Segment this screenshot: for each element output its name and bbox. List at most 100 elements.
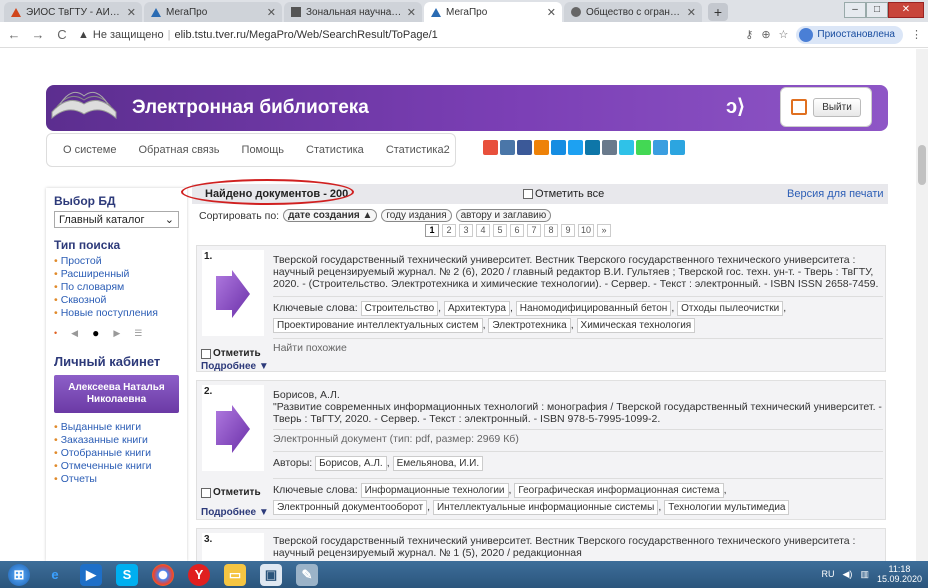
close-tab-icon[interactable]: ✕ xyxy=(547,6,556,19)
mark-all[interactable]: Отметить все xyxy=(523,188,604,200)
keyword-tag[interactable]: Электротехника xyxy=(488,318,571,333)
yandex-icon[interactable]: Y xyxy=(188,563,210,586)
scrollbar[interactable] xyxy=(916,49,928,561)
print-version-link[interactable]: Версия для печати xyxy=(787,188,884,200)
folder-icon[interactable]: ▭ xyxy=(224,563,246,586)
logout-button[interactable]: Выйти xyxy=(813,97,861,117)
url-text[interactable]: elib.tstu.tver.ru/MegaPro/Web/SearchResu… xyxy=(174,29,437,41)
social-share-icon[interactable] xyxy=(483,140,498,155)
search-type-new[interactable]: Новые поступления xyxy=(54,307,179,320)
language-indicator[interactable]: RU xyxy=(822,569,835,579)
close-tab-icon[interactable]: ✕ xyxy=(407,6,416,19)
reload-icon[interactable]: C xyxy=(54,27,70,42)
keyword-tag[interactable]: Электронный документооборот xyxy=(273,500,428,515)
browser-tab-active[interactable]: МегаПро ✕ xyxy=(424,2,562,22)
minimize-icon[interactable]: – xyxy=(844,2,866,18)
sort-by-author[interactable]: автору и заглавию xyxy=(455,209,552,222)
profile-button[interactable]: Приостановлена xyxy=(796,25,903,44)
nav-feedback[interactable]: Обратная связь xyxy=(138,144,219,156)
page-link[interactable]: 5 xyxy=(493,224,507,237)
close-window-icon[interactable]: ✕ xyxy=(888,2,924,18)
social-share-icon[interactable] xyxy=(568,140,583,155)
cabinet-ordered[interactable]: Заказанные книги xyxy=(54,434,179,447)
start-icon[interactable]: ⊞ xyxy=(8,563,30,586)
list-icon[interactable]: ☰ xyxy=(134,328,142,339)
more-link[interactable]: Подробнее ▼ xyxy=(201,507,269,518)
sort-by-date[interactable]: дате создания ▲ xyxy=(283,209,378,222)
search-type-cross[interactable]: Сквозной xyxy=(54,294,179,307)
prev-icon[interactable]: ◀ xyxy=(71,328,78,339)
search-type-advanced[interactable]: Расширенный xyxy=(54,268,179,281)
page-link[interactable]: 6 xyxy=(510,224,524,237)
keyword-tag[interactable]: Проектирование интеллектуальных систем xyxy=(273,318,483,333)
page-link[interactable]: 7 xyxy=(527,224,541,237)
cabinet-issued[interactable]: Выданные книги xyxy=(54,421,179,434)
sort-by-year[interactable]: году издания xyxy=(381,209,452,222)
keyword-tag[interactable]: Строительство xyxy=(360,301,439,316)
picture-icon[interactable]: ▣ xyxy=(260,563,282,586)
close-tab-icon[interactable]: ✕ xyxy=(267,6,276,19)
forward-icon[interactable]: → xyxy=(30,27,46,42)
browser-tab[interactable]: Общество с ограниченной отв. ✕ xyxy=(564,2,702,22)
mark-item[interactable]: Отметить xyxy=(201,487,261,498)
mark-checkbox[interactable] xyxy=(201,348,211,359)
browser-tab[interactable]: МегаПро ✕ xyxy=(144,2,282,22)
chrome-icon[interactable] xyxy=(152,563,174,586)
mark-item[interactable]: Отметить xyxy=(201,348,261,359)
social-share-icon[interactable] xyxy=(653,140,668,155)
keyword-tag[interactable]: Отходы пылеочистки xyxy=(677,301,784,316)
nav-statistics2[interactable]: Статистика2 xyxy=(386,144,450,156)
key-icon[interactable]: ⚷ xyxy=(745,28,753,41)
next-icon[interactable]: ▶ xyxy=(113,328,120,339)
nav-statistics[interactable]: Статистика xyxy=(306,144,364,156)
new-tab-button[interactable]: + xyxy=(708,3,728,21)
page-link[interactable]: 4 xyxy=(476,224,490,237)
network-icon[interactable]: ▥ xyxy=(860,569,869,580)
find-similar-link[interactable]: Найти похожие xyxy=(273,338,883,354)
dot-icon[interactable]: ● xyxy=(92,326,99,340)
page-next[interactable]: » xyxy=(597,224,612,237)
bookmark-star-icon[interactable]: ☆ xyxy=(779,28,789,41)
volume-icon[interactable]: ◀) xyxy=(843,569,853,580)
browser-tab[interactable]: ЭИОС ТвГТУ - АИБС МегаПро ✕ xyxy=(4,2,142,22)
keyword-tag[interactable]: Наномодифицированный бетон xyxy=(515,301,672,316)
page-link[interactable]: 10 xyxy=(578,224,595,237)
browser-tab[interactable]: Зональная научная библиотека ✕ xyxy=(284,2,422,22)
page-link[interactable]: 8 xyxy=(544,224,558,237)
player-icon[interactable]: ▶ xyxy=(80,563,102,586)
social-share-icon[interactable] xyxy=(636,140,651,155)
keyword-tag[interactable]: Архитектура xyxy=(444,301,510,316)
clock[interactable]: 11:18 15.09.2020 xyxy=(877,564,922,584)
page-link[interactable]: 9 xyxy=(561,224,575,237)
social-share-icon[interactable] xyxy=(500,140,515,155)
document-thumbnail[interactable]: 1. xyxy=(202,250,264,336)
keyword-tag[interactable]: Интеллектуальные информационные системы xyxy=(432,500,659,515)
maximize-icon[interactable]: □ xyxy=(866,2,888,18)
scrollbar-thumb[interactable] xyxy=(918,145,926,185)
address-bar[interactable]: ▲ Не защищено | elib.tstu.tver.ru/MegaPr… xyxy=(78,29,737,41)
social-share-icon[interactable] xyxy=(585,140,600,155)
social-share-icon[interactable] xyxy=(602,140,617,155)
nav-help[interactable]: Помощь xyxy=(242,144,285,156)
keyword-tag[interactable]: Химическая технология xyxy=(576,318,696,333)
db-select[interactable]: Главный каталог ⌄ xyxy=(54,211,179,228)
social-share-icon[interactable] xyxy=(551,140,566,155)
document-thumbnail[interactable]: 2. xyxy=(202,385,264,471)
nav-about[interactable]: О системе xyxy=(63,144,116,156)
more-link[interactable]: Подробнее ▼ xyxy=(201,361,269,372)
social-share-icon[interactable] xyxy=(534,140,549,155)
ie-icon[interactable]: e xyxy=(44,564,66,586)
mark-all-checkbox[interactable] xyxy=(523,189,533,199)
cabinet-marked[interactable]: Отмеченные книги xyxy=(54,460,179,473)
keyword-tag[interactable]: Информационные технологии xyxy=(360,483,509,498)
menu-icon[interactable]: ⋮ xyxy=(911,28,922,41)
author-tag[interactable]: Борисов, А.Л. xyxy=(315,456,387,471)
edoc-link[interactable]: Электронный документ (тип: pdf, размер: … xyxy=(273,429,883,445)
mark-checkbox[interactable] xyxy=(201,487,211,498)
skype-icon[interactable]: S xyxy=(116,563,138,586)
user-name-button[interactable]: Алексеева Наталья Николаевна xyxy=(54,375,179,413)
page-link[interactable]: 3 xyxy=(459,224,473,237)
author-tag[interactable]: Емельянова, И.И. xyxy=(392,456,484,471)
cabinet-selected[interactable]: Отобранные книги xyxy=(54,447,179,460)
zoom-icon[interactable]: ⊕ xyxy=(761,28,770,41)
